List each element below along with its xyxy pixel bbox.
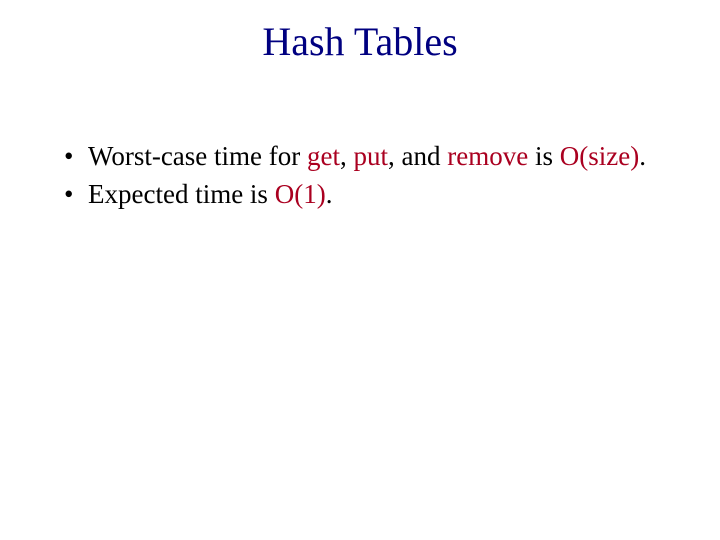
text: , [340, 141, 354, 171]
bullet-item: Worst-case time for get, put, and remove… [60, 140, 660, 174]
text: is [528, 141, 560, 171]
text: , and [388, 141, 447, 171]
slide: Hash Tables Worst-case time for get, put… [0, 0, 720, 540]
keyword-remove: remove [447, 141, 528, 171]
text: . [639, 141, 646, 171]
slide-title: Hash Tables [0, 18, 720, 65]
keyword-get: get [307, 141, 340, 171]
complexity-osize: O(size) [560, 141, 639, 171]
text: . [326, 179, 333, 209]
bullet-list: Worst-case time for get, put, and remove… [60, 140, 660, 212]
complexity-o1: O(1) [275, 179, 326, 209]
text: Worst-case time for [88, 141, 307, 171]
keyword-put: put [354, 141, 389, 171]
text: Expected time is [88, 179, 275, 209]
bullet-item: Expected time is O(1). [60, 178, 660, 212]
slide-content: Worst-case time for get, put, and remove… [60, 140, 660, 216]
